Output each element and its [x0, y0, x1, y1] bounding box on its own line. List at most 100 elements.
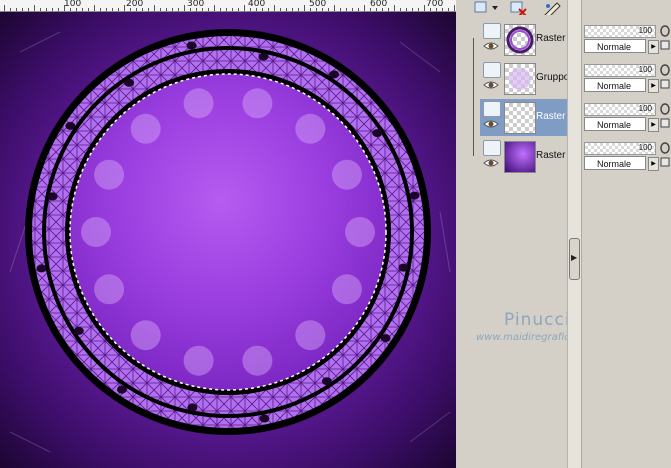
blend-mode-select[interactable]: Normale: [584, 117, 646, 131]
layer-name: Gruppo: [536, 72, 570, 83]
ruler-tick: [358, 8, 359, 11]
ruler-tick: [118, 8, 119, 11]
blend-mode-arrow-icon[interactable]: ▶: [648, 40, 659, 54]
ruler-tick: [190, 8, 191, 11]
spider-decoration: [116, 385, 127, 394]
ruler-tick: [340, 8, 341, 11]
spider-decoration: [47, 192, 58, 201]
ruler-tick: [40, 8, 41, 11]
layer-row-gruppo[interactable]: Gruppo: [480, 60, 570, 97]
blend-mode-arrow-icon[interactable]: ▶: [648, 79, 659, 93]
spider-decoration: [258, 52, 269, 61]
ruler-tick: [304, 5, 305, 11]
eye-icon[interactable]: [483, 118, 499, 130]
layer-visibility-toggle-icon[interactable]: [483, 62, 501, 78]
delete-layer-icon[interactable]: [510, 1, 528, 15]
blend-mode-select[interactable]: Normale: [584, 78, 646, 92]
spider-decoration: [409, 191, 420, 200]
blend-mode-arrow-icon[interactable]: ▶: [648, 157, 659, 171]
ruler-tick: [298, 8, 299, 11]
ruler-tick: [184, 5, 185, 11]
moon-decoration: [94, 274, 125, 305]
eye-icon[interactable]: [483, 157, 499, 169]
lock-link-icon[interactable]: [659, 64, 671, 92]
ruler-tick: [10, 8, 11, 11]
layer-visibility-toggle-icon[interactable]: [483, 140, 501, 156]
ruler-tick: [310, 8, 311, 11]
lock-link-icon[interactable]: [659, 142, 671, 170]
moon-decoration: [295, 320, 326, 351]
ruler-tick: [250, 8, 251, 11]
ruler-tick: [4, 5, 5, 11]
opacity-slider[interactable]: 100: [584, 142, 656, 155]
ruler-tick: [160, 8, 161, 11]
spider-decoration: [321, 377, 332, 386]
layer-properties-row: 100 Normale ▶: [582, 140, 671, 176]
moon-decoration: [242, 345, 273, 376]
ruler-tick: [280, 8, 281, 11]
ruler-tick: [436, 8, 437, 11]
ruler-tick: [178, 8, 179, 11]
ruler-tick: [142, 8, 143, 11]
moon-decoration: [183, 345, 214, 376]
layer-visibility-toggle-icon[interactable]: [483, 101, 501, 117]
ruler-tick: [196, 8, 197, 11]
opacity-slider[interactable]: 100: [584, 103, 656, 116]
layer-visibility-toggle-icon[interactable]: [483, 23, 501, 39]
new-layer-dropdown-icon[interactable]: [474, 1, 500, 15]
ruler-tick: [262, 8, 263, 11]
ruler-tick: [214, 5, 215, 11]
ruler-tick: [286, 8, 287, 11]
layer-properties-row: 100 Normale ▶: [582, 23, 671, 59]
moon-decoration: [130, 320, 161, 351]
ruler-tick: [16, 8, 17, 11]
ruler-tick: [274, 5, 275, 11]
ruler-label: 200: [126, 0, 144, 9]
blend-mode-select[interactable]: Normale: [584, 39, 646, 53]
ruler-tick: [88, 8, 89, 11]
ruler-tick: [58, 8, 59, 11]
blend-mode-select[interactable]: Normale: [584, 156, 646, 170]
layer-thumbnail-purple: [504, 141, 536, 173]
scroll-right-arrow-icon[interactable]: ▶: [571, 253, 577, 262]
ruler-tick: [430, 8, 431, 11]
layer-row-raster-2[interactable]: Raster 2: [480, 21, 574, 58]
lock-link-icon[interactable]: [659, 25, 671, 53]
ruler-tick: [148, 8, 149, 11]
lock-link-icon[interactable]: [659, 103, 671, 131]
ruler-tick: [136, 8, 137, 11]
opacity-slider[interactable]: 100: [584, 25, 656, 38]
layer-row-raster-3[interactable]: Raster 3: [480, 99, 574, 136]
ruler-tick: [388, 8, 389, 11]
blend-mode-arrow-icon[interactable]: ▶: [648, 118, 659, 132]
ruler-tick: [46, 8, 47, 11]
opacity-value: 100: [638, 26, 652, 35]
moon-decoration: [94, 159, 125, 190]
ruler-tick: [166, 8, 167, 11]
eye-icon[interactable]: [483, 79, 499, 91]
ruler-tick: [400, 8, 401, 11]
ruler-tick: [244, 5, 245, 11]
spider-decoration: [380, 334, 391, 343]
ruler-tick: [412, 8, 413, 11]
layers-toolbar: [466, 0, 566, 18]
edit-layer-icon[interactable]: [542, 1, 562, 15]
ruler-label: 500: [309, 0, 327, 9]
ruler-tick: [418, 8, 419, 11]
image-canvas[interactable]: [0, 12, 456, 468]
ruler-tick: [328, 8, 329, 11]
ruler-tick: [172, 8, 173, 11]
layer-properties-row: 100 Normale ▶: [582, 62, 671, 98]
ruler-tick: [106, 8, 107, 11]
opacity-slider[interactable]: 100: [584, 64, 656, 77]
ruler-tick: [70, 8, 71, 11]
horizontal-ruler: 100 200 300 400 500 600 700: [0, 0, 456, 12]
ruler-tick: [346, 8, 347, 11]
layers-scrollbar[interactable]: ▶: [567, 0, 581, 468]
ruler-label: 700: [426, 0, 444, 9]
layer-properties-row: 100 Normale ▶: [582, 101, 671, 137]
spider-decoration: [329, 70, 340, 79]
ruler-tick: [82, 8, 83, 11]
eye-icon[interactable]: [483, 40, 499, 52]
layer-row-raster-1[interactable]: Raster 1: [480, 138, 574, 175]
